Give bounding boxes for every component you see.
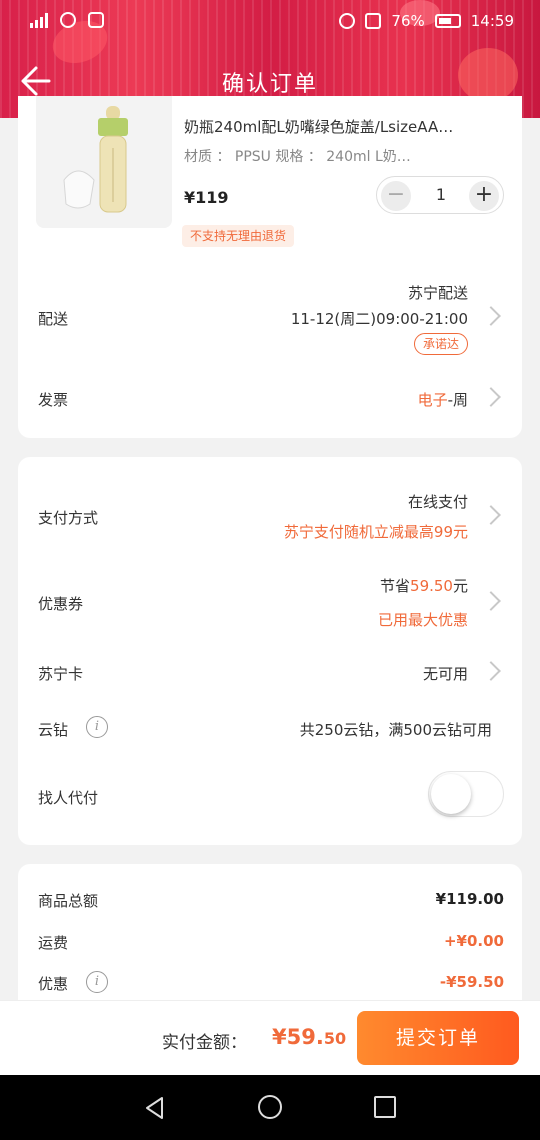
invoice-label: 发票	[38, 391, 69, 409]
pay-amount-label: 实付金额：	[162, 1033, 247, 1053]
page-title: 确认订单	[221, 72, 318, 97]
chevron-right-icon[interactable]	[481, 387, 501, 407]
return-policy-badge: 不支持无理由退货	[182, 225, 295, 247]
suning-card-label: 苏宁卡	[38, 665, 84, 683]
pay-amount-main: ¥59.	[272, 1025, 324, 1049]
product-spec[interactable]: 材质 ： PPSU 规格 ： 240ml L奶…	[184, 146, 504, 166]
payment-method-label: 支付方式	[38, 509, 99, 527]
nav-recent-apps-icon[interactable]	[374, 1096, 396, 1118]
product-title[interactable]: 奶瓶240ml配L奶嘴绿色旋盖/LsizeAA…	[184, 116, 504, 137]
checkout-bar: 实付金额： ¥59.50 提交订单	[0, 1000, 540, 1075]
info-icon[interactable]: i	[86, 971, 108, 993]
coupon-save-prefix: 节省	[380, 577, 411, 595]
coupon-savings[interactable]: 节省59.50元	[380, 575, 468, 596]
pay-amount-cents: 50	[323, 1029, 347, 1048]
coupon-save-amount: 59.50	[410, 577, 453, 595]
order-item-card: 奶瓶240ml配L奶嘴绿色旋盖/LsizeAA… 材质 ： PPSU 规格 ： …	[18, 96, 522, 438]
payment-promo[interactable]: 苏宁支付随机立减最高99元	[284, 521, 468, 542]
quantity-stepper: − 1 +	[376, 176, 504, 214]
yunzuan-value: 共250云钻，满500云钻可用	[299, 721, 492, 739]
yunzuan-label: 云钻	[38, 721, 69, 739]
pay-amount: ¥59.50	[272, 1025, 346, 1049]
payment-method-value[interactable]: 在线支付	[408, 491, 468, 512]
toggle-knob	[431, 774, 471, 814]
discount-label: 优惠	[38, 975, 69, 993]
product-image[interactable]	[36, 96, 172, 228]
system-nav-bar	[0, 1075, 540, 1140]
mute-icon	[365, 13, 382, 29]
payment-card: 支付方式 在线支付 苏宁支付随机立减最高99元 优惠券 节省59.50元 已用最…	[18, 457, 522, 845]
suning-card-value[interactable]: 无可用	[423, 663, 468, 684]
submit-order-button[interactable]: 提交订单	[357, 1011, 519, 1065]
battery-icon	[434, 14, 461, 28]
proxy-pay-label: 找人代付	[38, 789, 99, 807]
coupon-status[interactable]: 已用最大优惠	[378, 609, 468, 630]
chevron-right-icon[interactable]	[481, 306, 501, 326]
invoice-value[interactable]: 电子-周	[418, 389, 468, 410]
proxy-pay-toggle[interactable]	[428, 771, 504, 817]
nav-home-icon[interactable]	[258, 1095, 282, 1119]
delivery-label: 配送	[38, 310, 69, 328]
shipping-value: +¥0.00	[443, 932, 504, 950]
clock: 14:59	[470, 12, 514, 30]
status-bar: 76% 14:59	[0, 0, 540, 44]
delivery-provider[interactable]: 苏宁配送	[408, 282, 468, 303]
chevron-right-icon[interactable]	[481, 591, 501, 611]
goods-total-label: 商品总额	[38, 892, 99, 910]
coupon-save-suffix: 元	[452, 577, 468, 595]
delivery-time[interactable]: 11-12(周二)09:00-21:00	[291, 308, 468, 329]
shield-icon	[88, 12, 104, 28]
goods-total-value: ¥119.00	[435, 890, 504, 908]
baby-bottle-icon	[63, 106, 128, 213]
battery-percent: 76%	[391, 12, 425, 30]
nav-back-icon[interactable]	[142, 1095, 168, 1121]
eye-icon	[60, 12, 76, 28]
increase-quantity-button[interactable]: +	[469, 181, 499, 211]
signal-icon	[30, 12, 48, 28]
info-icon[interactable]: i	[86, 716, 108, 738]
chevron-right-icon[interactable]	[481, 505, 501, 525]
promise-badge: 承诺达	[413, 333, 468, 355]
invoice-type: 电子	[417, 391, 448, 409]
alarm-icon	[339, 13, 356, 29]
invoice-detail: -周	[447, 391, 468, 409]
shipping-label: 运费	[38, 934, 69, 952]
coupon-label: 优惠券	[38, 595, 84, 613]
discount-value: -¥59.50	[439, 973, 504, 991]
chevron-right-icon[interactable]	[481, 661, 501, 681]
product-price: ¥119	[184, 188, 229, 207]
